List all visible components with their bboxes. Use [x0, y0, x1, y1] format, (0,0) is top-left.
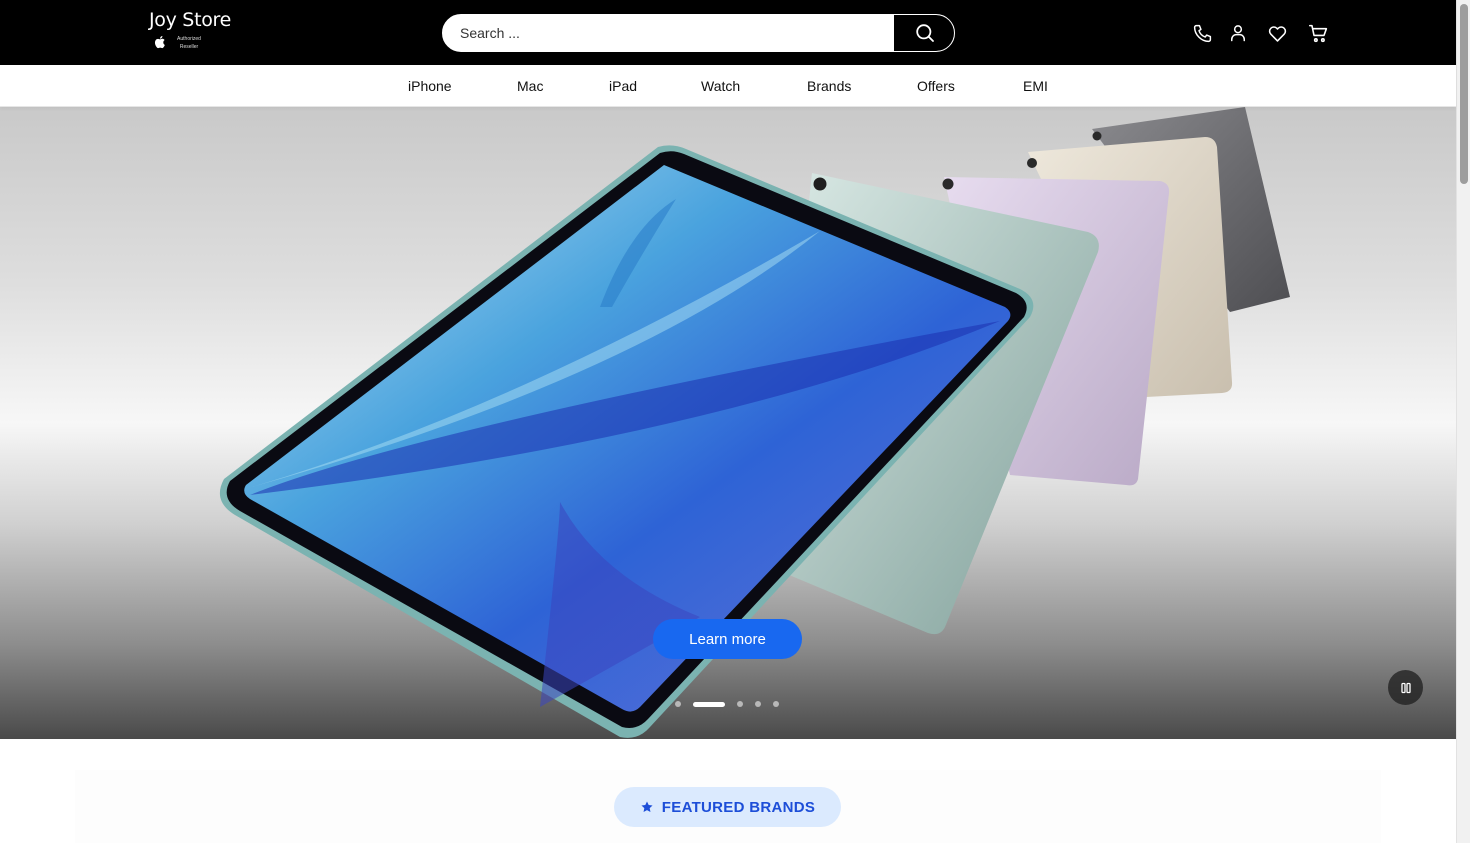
carousel-dot-3[interactable]: [737, 701, 743, 707]
nav-item-emi[interactable]: EMI: [1023, 78, 1048, 94]
scrollbar-thumb[interactable]: [1460, 4, 1468, 184]
logo-name: Joy Store: [149, 9, 232, 31]
phone-icon: [1193, 24, 1211, 42]
carousel-dot-4[interactable]: [755, 701, 761, 707]
hero-carousel: Learn more: [0, 107, 1456, 739]
carousel-dot-5[interactable]: [773, 701, 779, 707]
logo-tagline: Authorized Reseller: [173, 35, 205, 51]
featured-brands-badge: FEATURED BRANDS: [614, 787, 841, 827]
search-bar: [442, 14, 955, 52]
pause-button[interactable]: [1388, 670, 1423, 705]
wishlist-button[interactable]: [1266, 22, 1288, 44]
search-input[interactable]: [443, 15, 894, 51]
search-button[interactable]: [894, 15, 954, 51]
store-logo[interactable]: Joy Store Authorized Reseller: [149, 9, 249, 55]
carousel-dot-1[interactable]: [675, 701, 681, 707]
nav-item-offers[interactable]: Offers: [917, 78, 955, 94]
pause-icon: [1400, 682, 1411, 693]
nav-item-ipad[interactable]: iPad: [609, 78, 637, 94]
phone-button[interactable]: [1191, 22, 1213, 44]
nav-item-watch[interactable]: Watch: [701, 78, 740, 94]
nav-item-iphone[interactable]: iPhone: [408, 78, 452, 94]
nav-item-mac[interactable]: Mac: [517, 78, 543, 94]
cart-icon: [1308, 24, 1327, 42]
logo-tagline-line2: Reseller: [179, 44, 199, 50]
user-icon: [1231, 25, 1245, 42]
carousel-dot-2[interactable]: [693, 702, 725, 707]
star-icon: [641, 801, 653, 813]
logo-tagline-line1: Authorized: [177, 36, 201, 42]
main-nav: iPhone Mac iPad Watch Brands Offers EMI: [0, 65, 1456, 107]
top-header: Joy Store Authorized Reseller: [0, 0, 1456, 65]
account-button[interactable]: [1227, 22, 1249, 44]
featured-brands-label: FEATURED BRANDS: [661, 798, 816, 816]
learn-more-button[interactable]: Learn more: [653, 619, 802, 659]
page-scrollbar[interactable]: [1456, 0, 1470, 843]
cart-button[interactable]: [1307, 22, 1329, 44]
heart-icon: [1268, 25, 1286, 42]
apple-logo-icon: [154, 36, 165, 49]
nav-item-brands[interactable]: Brands: [807, 78, 851, 94]
search-icon: [915, 24, 934, 42]
